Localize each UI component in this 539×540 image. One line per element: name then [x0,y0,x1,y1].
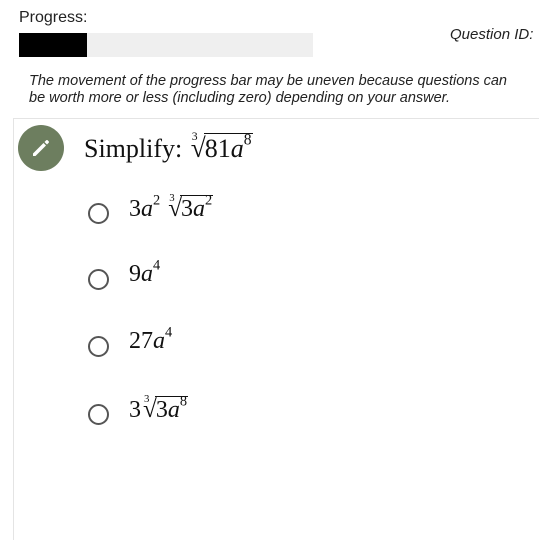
progress-bar-fill [19,33,87,57]
answer-option[interactable]: 3 3 √3a8 [86,393,506,436]
option-radical: 3 √3a8 [141,393,189,424]
answer-option[interactable]: 27a4 [86,325,506,368]
radio-button[interactable] [88,203,109,224]
option-exp: 4 [165,324,173,341]
option-var: a [153,328,165,354]
question-radical: 3 √81a8 [189,130,253,164]
radicand-var: a [230,134,244,163]
option-var: a [141,196,153,222]
option-coeff: 3 [129,196,141,222]
option-text: 3a2 3 √3a2 [129,192,214,223]
radical-index: 3 [144,393,150,406]
radicand-coeff: 3 [181,196,194,222]
radicand-coeff: 81 [204,134,231,163]
option-radical: 3 √3a2 [166,192,214,223]
option-var: a [141,261,153,287]
radical-index: 3 [191,130,198,144]
radicand-exp: 8 [179,393,188,410]
option-coeff: 27 [129,328,153,354]
option-coeff: 3 [129,397,141,423]
radio-button[interactable] [88,336,109,357]
radicand-var: a [193,196,206,222]
option-exp: 4 [153,257,161,274]
progress-label: Progress: [19,9,88,26]
question-text: Simplify: 3 √81a8 [84,130,253,164]
question-id-label: Question ID: [450,26,534,43]
option-text: 27a4 [129,325,172,355]
option-text: 9a4 [129,258,160,288]
radicand: 3a2 [180,192,214,222]
answer-option[interactable]: 3a2 3 √3a2 [86,192,506,235]
radicand-exp: 8 [243,131,252,149]
card-border [13,118,14,540]
option-coeff: 9 [129,261,141,287]
radicand-var: a [167,397,180,423]
radicand: 3a8 [154,393,189,423]
pencil-icon [33,140,49,156]
radio-button[interactable] [88,404,109,425]
radicand-exp: 2 [205,192,213,209]
option-exp: 2 [153,192,161,209]
radical-index: 3 [169,192,175,205]
answer-option[interactable]: 9a4 [86,258,506,301]
option-text: 3 3 √3a8 [129,393,189,424]
radio-button[interactable] [88,269,109,290]
progress-note: The movement of the progress bar may be … [29,73,507,106]
edit-badge [18,125,64,171]
radicand-coeff: 3 [155,397,168,423]
progress-bar [19,33,313,57]
question-prompt: Simplify: [84,134,183,163]
radicand: 81a8 [203,131,253,163]
divider [13,118,539,119]
